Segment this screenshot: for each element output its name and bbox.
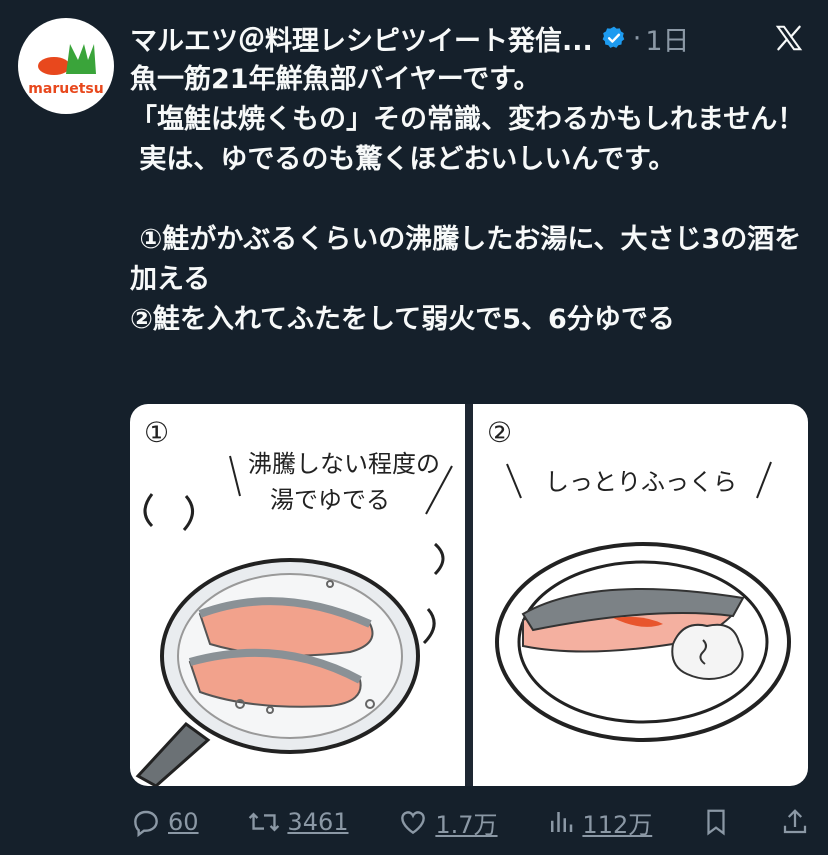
media-panel-1[interactable]: ① 沸騰しない程度の 湯でゆでる	[130, 404, 465, 786]
bookmark-button[interactable]	[701, 806, 731, 838]
verified-badge-icon[interactable]	[601, 25, 627, 51]
like-count[interactable]: 1.7万	[435, 805, 497, 840]
panel-number: ①	[144, 416, 170, 449]
display-name[interactable]: マルエツ＠料理レシピツイート発信...	[130, 19, 593, 58]
views-button[interactable]: 112万	[546, 805, 652, 840]
analytics-icon	[551, 812, 573, 832]
tweet-text: 魚一筋21年鮮魚部バイヤーです。 「塩鮭は焼くもの」その常識、変わるかもしれませ…	[130, 64, 805, 335]
tweet-media[interactable]: ① 沸騰しない程度の 湯でゆでる ② しっとりふっくら	[130, 404, 808, 786]
repost-count[interactable]: 3461	[287, 808, 348, 836]
tweet-header: マルエツ＠料理レシピツイート発信... · 1日	[130, 18, 818, 58]
like-button[interactable]: 1.7万	[397, 805, 498, 840]
separator-dot: ·	[632, 22, 642, 54]
action-bar: 60 3461 1.7万 112万	[130, 800, 810, 844]
share-button[interactable]	[780, 806, 810, 838]
reply-icon	[134, 810, 158, 838]
repost-icon	[249, 812, 280, 832]
panel-caption: 湯でゆでる	[270, 486, 390, 514]
bookmark-icon	[707, 809, 725, 836]
media-panel-2[interactable]: ② しっとりふっくら	[473, 404, 808, 786]
heart-icon	[401, 811, 426, 835]
panel-number: ②	[487, 416, 513, 449]
share-icon	[783, 809, 807, 834]
panel-caption: しっとりふっくら	[545, 468, 737, 496]
repost-button[interactable]: 3461	[247, 806, 349, 838]
x-logo-icon[interactable]	[774, 23, 804, 53]
reply-button[interactable]: 60	[130, 806, 199, 838]
brand-text: maruetsu	[28, 81, 103, 97]
reply-count[interactable]: 60	[168, 808, 199, 836]
panel-caption: 沸騰しない程度の	[248, 450, 440, 478]
avatar[interactable]: maruetsu	[18, 18, 114, 114]
timestamp[interactable]: 1日	[645, 19, 689, 58]
view-count[interactable]: 112万	[582, 805, 652, 840]
